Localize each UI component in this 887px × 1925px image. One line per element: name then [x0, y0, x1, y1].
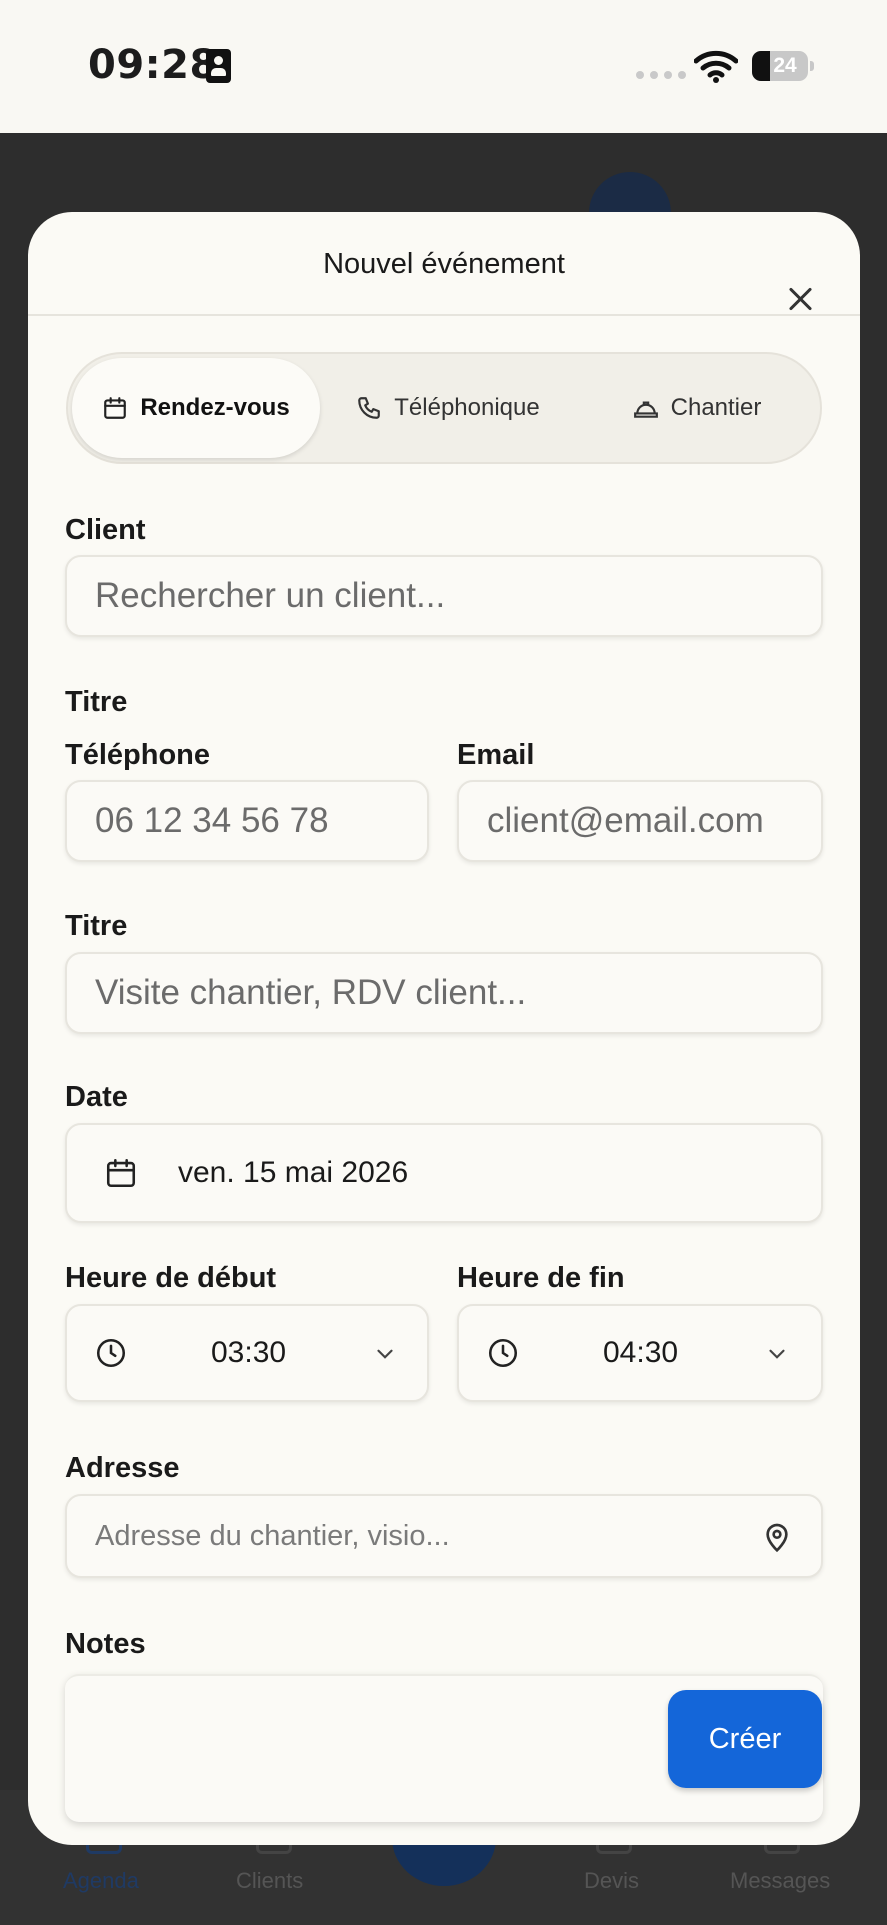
address-label: Adresse	[65, 1452, 180, 1484]
new-event-modal: Nouvel événement Rendez-vous Téléphoniqu…	[28, 212, 860, 1845]
address-placeholder: Adresse du chantier, visio...	[95, 1519, 450, 1552]
client-label: Client	[65, 514, 146, 546]
tab-label: Rendez-vous	[140, 394, 290, 421]
tab-label: Téléphonique	[394, 394, 540, 421]
calendar-icon	[104, 397, 127, 419]
nav-agenda: Agenda	[63, 1868, 139, 1893]
chevron-down-icon	[769, 1349, 785, 1359]
cellular-signal-icon	[636, 71, 686, 79]
date-picker[interactable]: ven. 15 mai 2026	[65, 1123, 823, 1223]
date-label: Date	[65, 1081, 128, 1113]
phone-field[interactable]: 06 12 34 56 78	[65, 780, 429, 862]
client-search-input[interactable]: Rechercher un client...	[65, 555, 823, 637]
battery-level: 24	[773, 54, 797, 77]
title-field[interactable]: Visite chantier, RDV client...	[65, 952, 823, 1034]
notes-label: Notes	[65, 1628, 146, 1660]
battery-icon: 24	[752, 51, 808, 81]
start-time-select[interactable]: 03:30	[65, 1304, 429, 1402]
chevron-down-icon	[377, 1349, 393, 1359]
nav-clients: Clients	[236, 1868, 304, 1893]
phone-label: Téléphone	[65, 739, 211, 771]
create-button[interactable]: Créer	[668, 1690, 822, 1788]
clock-icon	[488, 1338, 518, 1368]
contact-card-icon	[206, 49, 231, 83]
date-value: ven. 15 mai 2026	[178, 1156, 409, 1189]
title-placeholder: Visite chantier, RDV client...	[95, 973, 527, 1012]
wifi-icon	[694, 50, 738, 83]
tab-telephonique[interactable]: Téléphonique	[323, 358, 573, 458]
status-time: 09:28	[88, 42, 218, 88]
end-time-value: 04:30	[603, 1336, 679, 1369]
email-placeholder: client@email.com	[487, 801, 764, 840]
phone-icon	[358, 397, 381, 419]
title-label: Titre	[65, 910, 128, 942]
clock-icon	[96, 1338, 126, 1368]
map-pin-icon[interactable]	[761, 1521, 793, 1553]
calendar-icon	[106, 1158, 136, 1188]
tab-chantier[interactable]: Chantier	[573, 358, 821, 458]
client-placeholder: Rechercher un client...	[95, 576, 446, 615]
section-title: Titre	[65, 686, 128, 718]
status-bar: 09:28 24	[0, 0, 887, 133]
nav-devis: Devis	[584, 1868, 640, 1893]
address-field[interactable]: Adresse du chantier, visio...	[65, 1494, 823, 1578]
nav-messages: Messages	[730, 1868, 831, 1893]
hard-hat-icon	[633, 401, 658, 418]
event-type-tabs: Rendez-vous Téléphonique Chantier	[66, 352, 822, 464]
end-time-select[interactable]: 04:30	[457, 1304, 823, 1402]
start-time-value: 03:30	[211, 1336, 287, 1369]
email-label: Email	[457, 739, 535, 771]
modal-title: Nouvel événement	[323, 248, 565, 280]
email-field[interactable]: client@email.com	[457, 780, 823, 862]
close-icon[interactable]	[787, 286, 815, 314]
tab-rendez-vous[interactable]: Rendez-vous	[72, 358, 320, 458]
phone-placeholder: 06 12 34 56 78	[95, 801, 329, 840]
header-divider	[28, 314, 860, 316]
end-time-label: Heure de fin	[457, 1262, 625, 1294]
start-time-label: Heure de début	[65, 1262, 277, 1294]
tab-label: Chantier	[670, 394, 762, 421]
